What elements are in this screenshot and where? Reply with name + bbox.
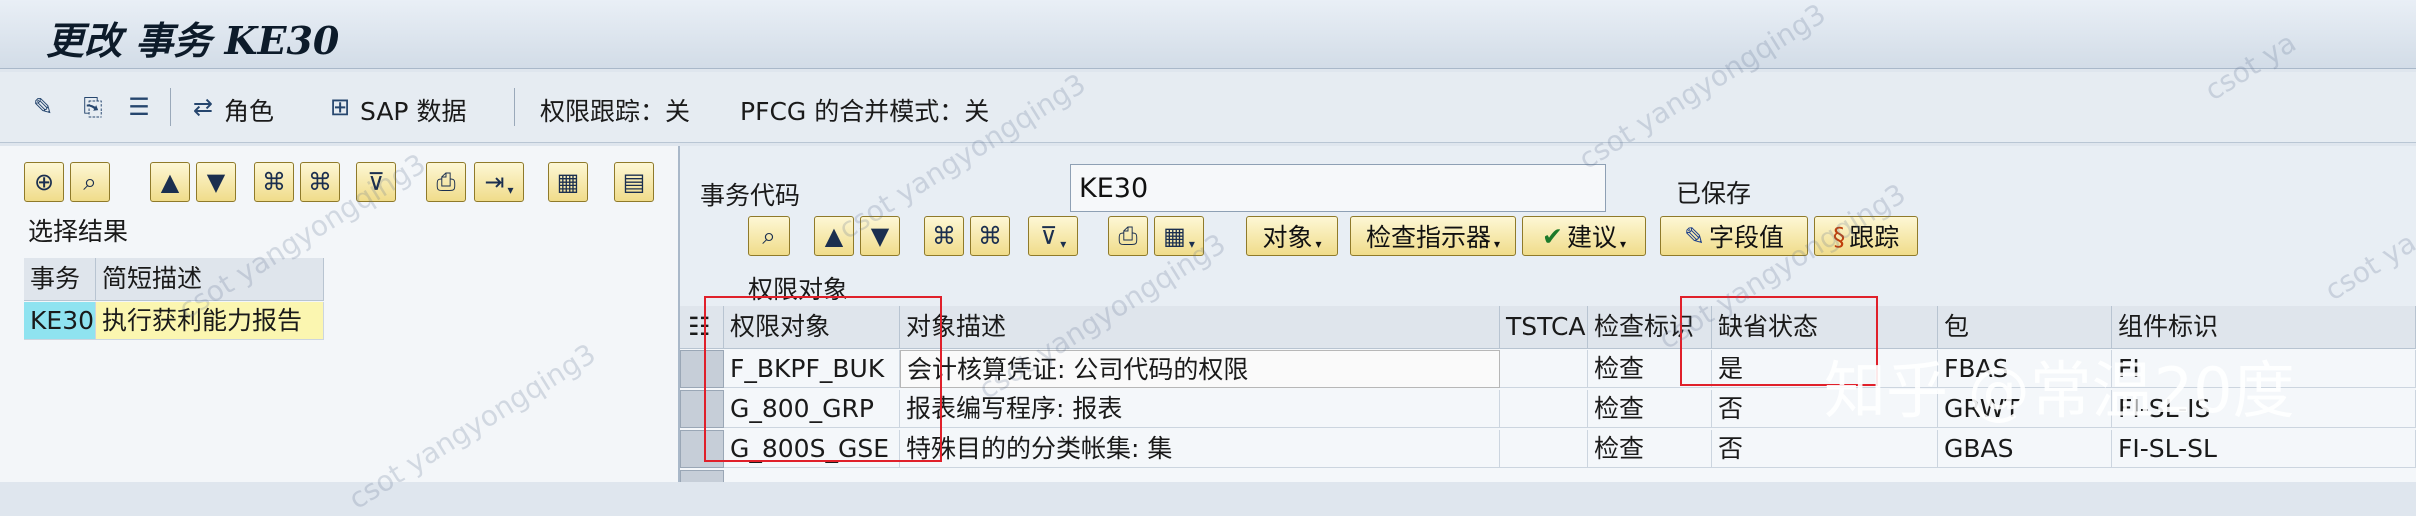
report-icon[interactable]: ▤ <box>614 162 654 202</box>
pencil-icon: ✎ <box>1684 221 1705 251</box>
column-header-tstca[interactable]: TSTCA <box>1500 306 1588 348</box>
check-icon: ✔ <box>1542 221 1563 251</box>
column-header-tcode[interactable]: 事务 <box>24 258 96 300</box>
export-icon[interactable]: ⇥ ▾ <box>474 162 524 202</box>
object-button-label: 对象 <box>1262 223 1313 252</box>
check-indicator-button[interactable]: 检查指示器 ▾ <box>1350 216 1516 256</box>
auth-trace-status: 权限跟踪：关 <box>540 97 691 126</box>
column-header-object-desc[interactable]: 对象描述 <box>900 306 1500 348</box>
cell-check-id[interactable]: 检查 <box>1588 430 1712 468</box>
sap-data-icon[interactable]: ⊞ <box>322 88 358 126</box>
section-title: 选择结果 <box>28 217 129 246</box>
save-status: 已保存 <box>1676 179 1752 208</box>
brand-watermark: 知乎 @常温20度 <box>1824 354 2295 427</box>
dropdown-arrow-icon: ▾ <box>1619 237 1626 251</box>
print-icon[interactable]: ⎙ <box>1108 216 1148 256</box>
sort-descending-icon[interactable]: ▼ <box>196 162 236 202</box>
cell-component[interactable]: FI-SL-SL <box>2112 430 2416 468</box>
sort-ascending-icon[interactable]: ▲ <box>150 162 190 202</box>
transaction-detail-panel: 事务代码 已保存 ⌕ ▲ ▼ ⌘ ⌘ ⊽▾ ⎙ ▦▾ 对象▾ 检查指示器▾ ✔建… <box>680 146 2416 482</box>
separator <box>170 88 171 126</box>
print-icon[interactable]: ⎙ <box>426 162 466 202</box>
list-icon[interactable]: ☰ <box>120 88 158 126</box>
display-change-icon[interactable]: ✎ <box>24 88 62 126</box>
detail-icon[interactable]: ⌕ <box>748 216 790 256</box>
detail-icon[interactable]: ⌕ <box>70 162 110 202</box>
object-button[interactable]: 对象 ▾ <box>1246 216 1338 256</box>
table-row[interactable]: KE30 执行获利能力报告 <box>24 302 324 340</box>
role-button[interactable]: 角色 <box>224 92 274 128</box>
layout-icon[interactable]: ▦ <box>548 162 588 202</box>
check-indicator-label: 检查指示器 <box>1365 223 1491 252</box>
cell-tstca[interactable] <box>1500 350 1588 388</box>
cell-tstca[interactable] <box>1500 430 1588 468</box>
find-icon[interactable]: ⌘ <box>254 162 294 202</box>
cell-object-desc[interactable]: 特殊目的的分类帐集: 集 <box>900 430 1500 468</box>
cell-check-id[interactable]: 检查 <box>1588 390 1712 428</box>
sap-data-button[interactable]: SAP 数据 <box>360 92 466 128</box>
title-bar: 更改 事务 KE30 <box>0 0 2416 69</box>
tcode-input[interactable] <box>1070 164 1606 212</box>
application-toolbar: ✎ ⎘ ☰ ⇄ 角色 ⊞ SAP 数据 权限跟踪：关 PFCG 的合并模式：关 <box>0 72 2416 143</box>
find-next-icon[interactable]: ⌘ <box>970 216 1010 256</box>
cell-default-status[interactable]: 否 <box>1712 430 1938 468</box>
table-row-partial <box>680 470 2416 482</box>
row-selector[interactable] <box>680 470 724 482</box>
dropdown-arrow-icon: ▾ <box>1315 237 1322 251</box>
cell-package[interactable]: GBAS <box>1938 430 2112 468</box>
role-icon[interactable]: ⇄ <box>186 88 220 126</box>
highlight-auth-object <box>704 296 942 462</box>
window-title: 更改 事务 KE30 <box>46 18 340 63</box>
pfcg-merge-status: PFCG 的合并模式：关 <box>740 97 990 126</box>
copy-icon[interactable]: ⎘ <box>74 88 112 126</box>
find-icon[interactable]: ⌘ <box>924 216 964 256</box>
tcode-label: 事务代码 <box>700 181 801 210</box>
field-values-label: 字段值 <box>1708 223 1784 252</box>
dropdown-arrow-icon: ▾ <box>1493 237 1501 251</box>
separator <box>514 88 515 126</box>
proposal-button[interactable]: ✔ 建议 ▾ <box>1522 216 1646 256</box>
cell-tcode[interactable]: KE30 <box>24 302 96 340</box>
filter-icon[interactable]: ⊽ ▾ <box>1028 216 1078 256</box>
zoom-icon[interactable]: ⊕ <box>24 162 64 202</box>
proposal-label: 建议 <box>1566 223 1617 252</box>
cell-tstca[interactable] <box>1500 390 1588 428</box>
